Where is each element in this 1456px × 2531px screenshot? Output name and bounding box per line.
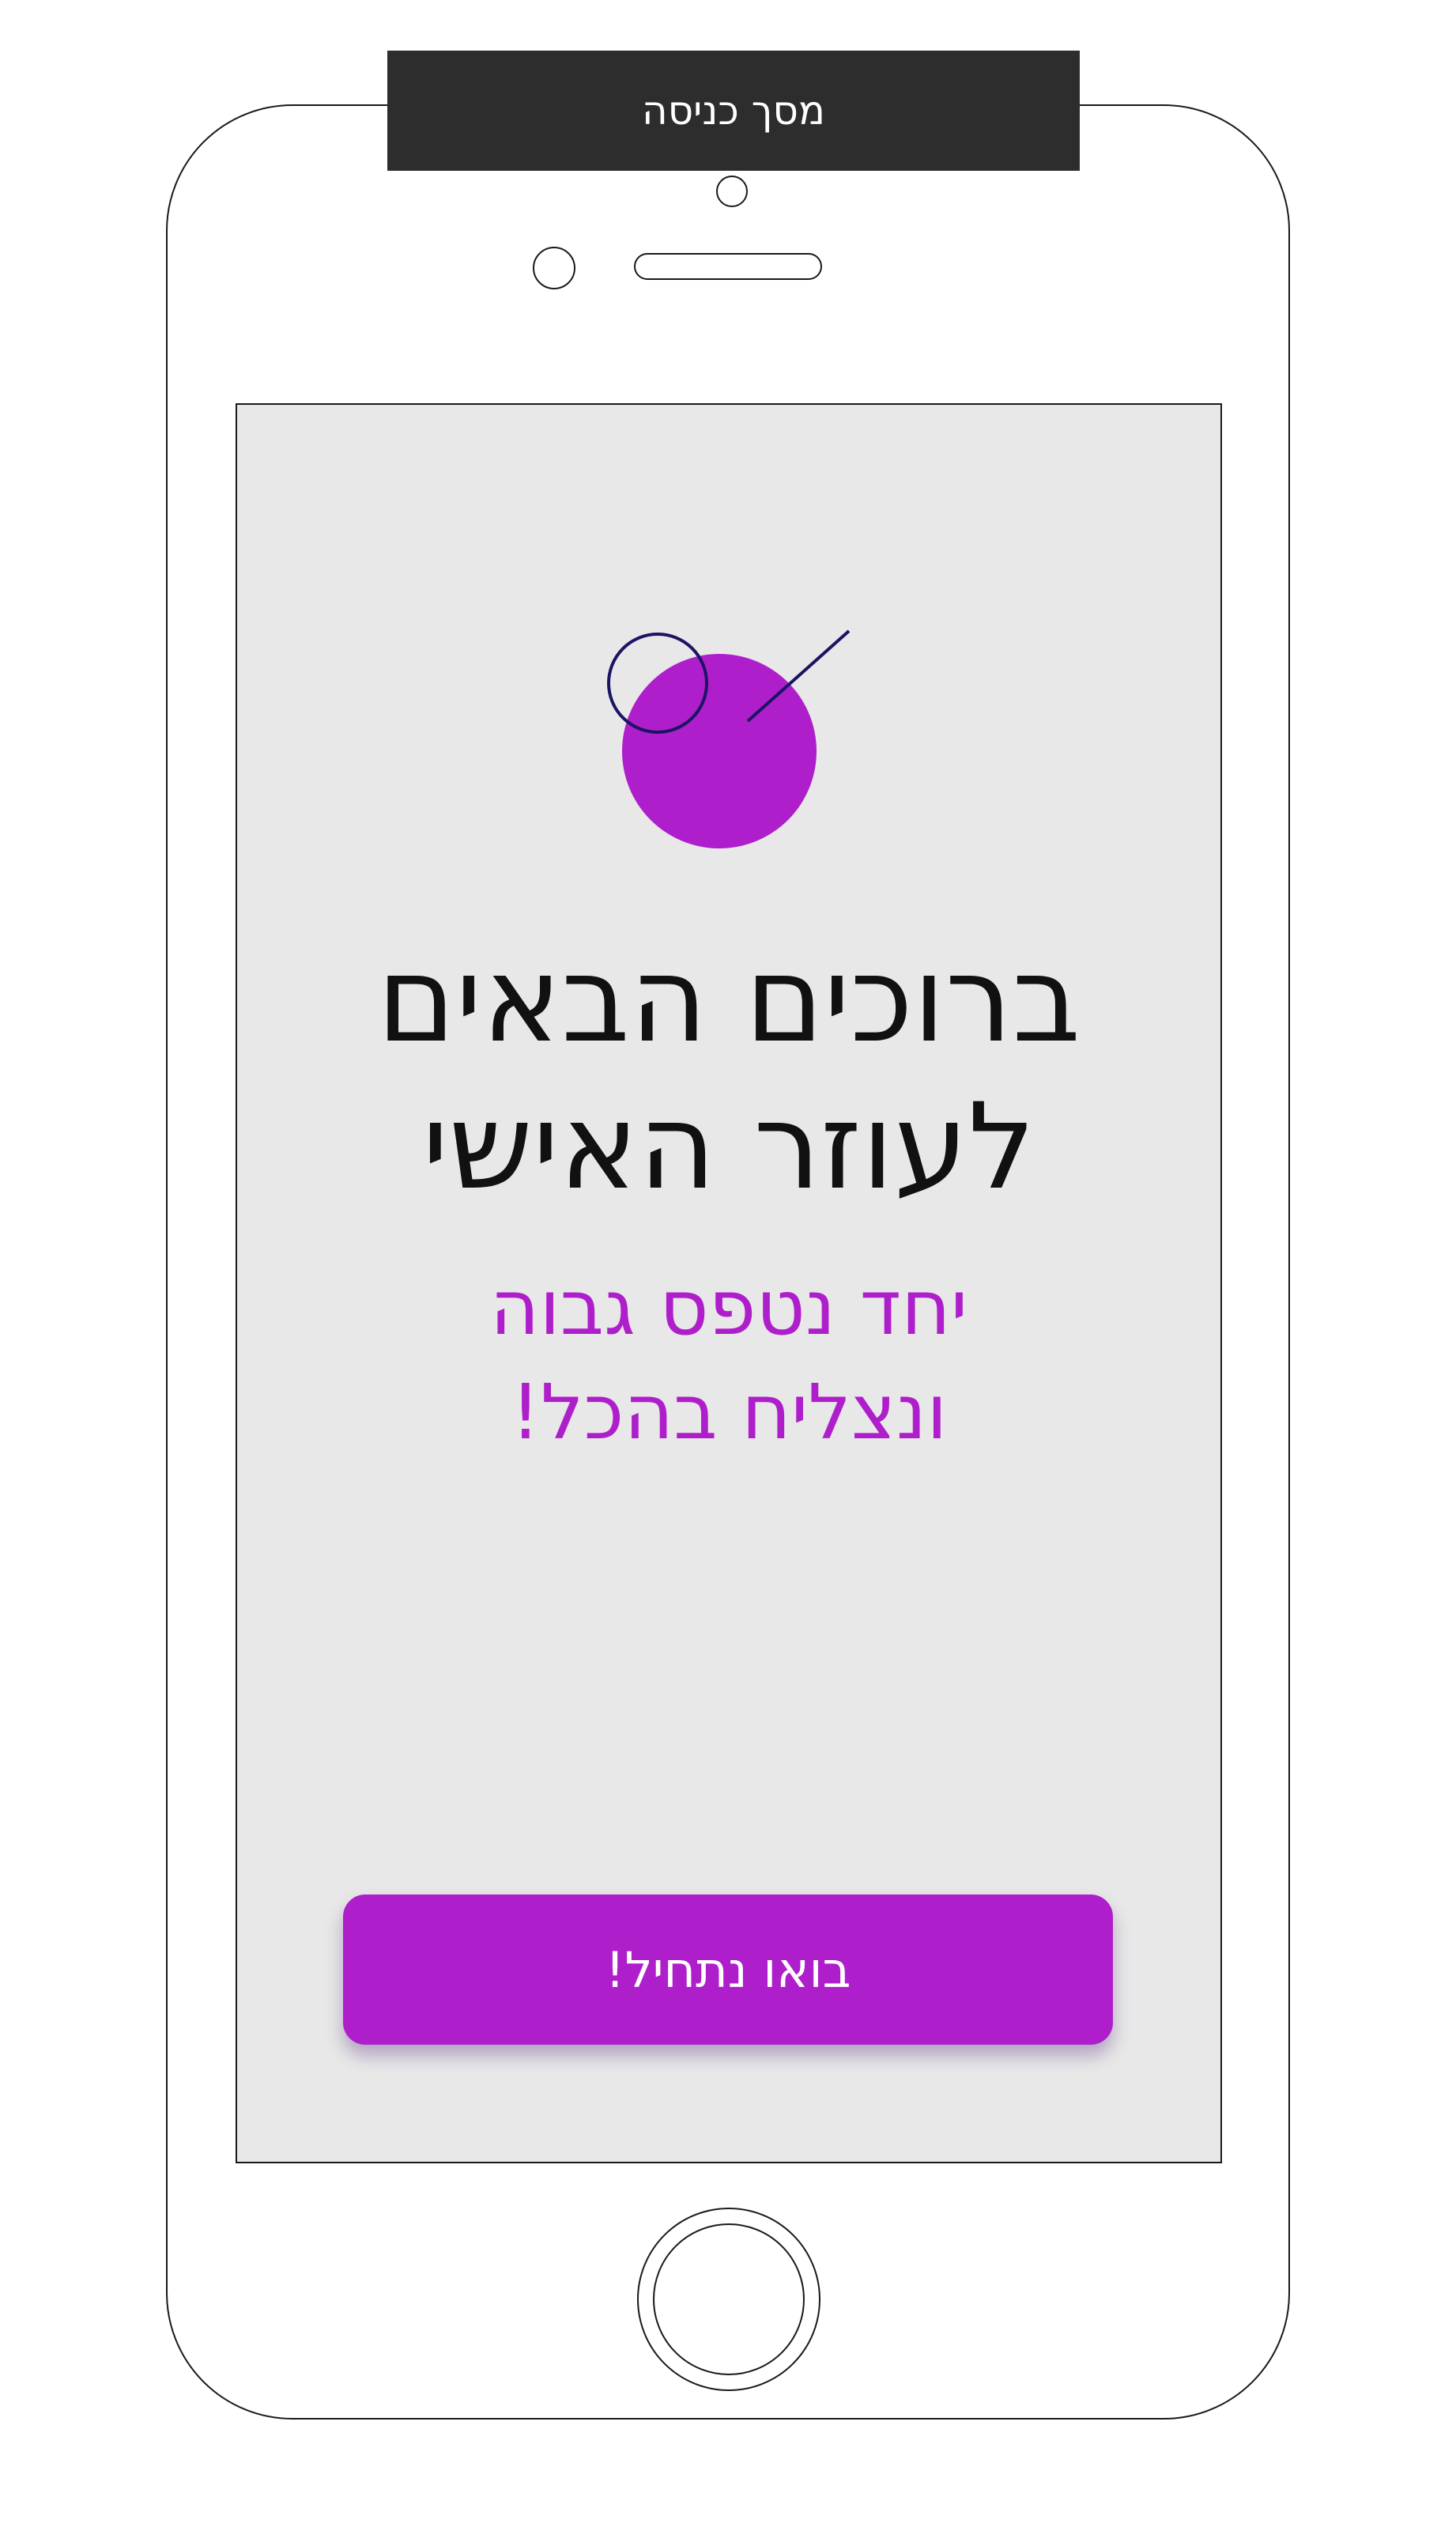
logo-filled-circle: [622, 654, 817, 848]
proximity-sensor-icon: [533, 247, 575, 289]
welcome-subtitle: יחד נטפס גבוה ונצליח בהכל!: [237, 1256, 1220, 1464]
welcome-headline: ברוכים הבאים לעוזר האישי: [237, 927, 1220, 1221]
app-logo-icon: [607, 629, 851, 848]
start-button[interactable]: בואו נתחיל!: [343, 1894, 1113, 2045]
front-camera-icon: [716, 176, 748, 207]
earpiece-speaker-icon: [634, 253, 822, 280]
home-button[interactable]: [637, 2208, 820, 2391]
welcome-headline-line-2: לעוזר האישי: [422, 1079, 1035, 1216]
screen-title-label: מסך כניסה: [387, 51, 1080, 171]
welcome-subtitle-line-1: יחד נטפס גבוה: [489, 1264, 968, 1352]
app-screen: ברוכים הבאים לעוזר האישי יחד נטפס גבוה ו…: [236, 403, 1222, 2163]
home-button-ring-icon: [653, 2223, 805, 2375]
welcome-subtitle-line-2: ונצליח בהכל!: [510, 1368, 948, 1456]
welcome-headline-line-1: ברוכים הבאים: [376, 931, 1081, 1069]
